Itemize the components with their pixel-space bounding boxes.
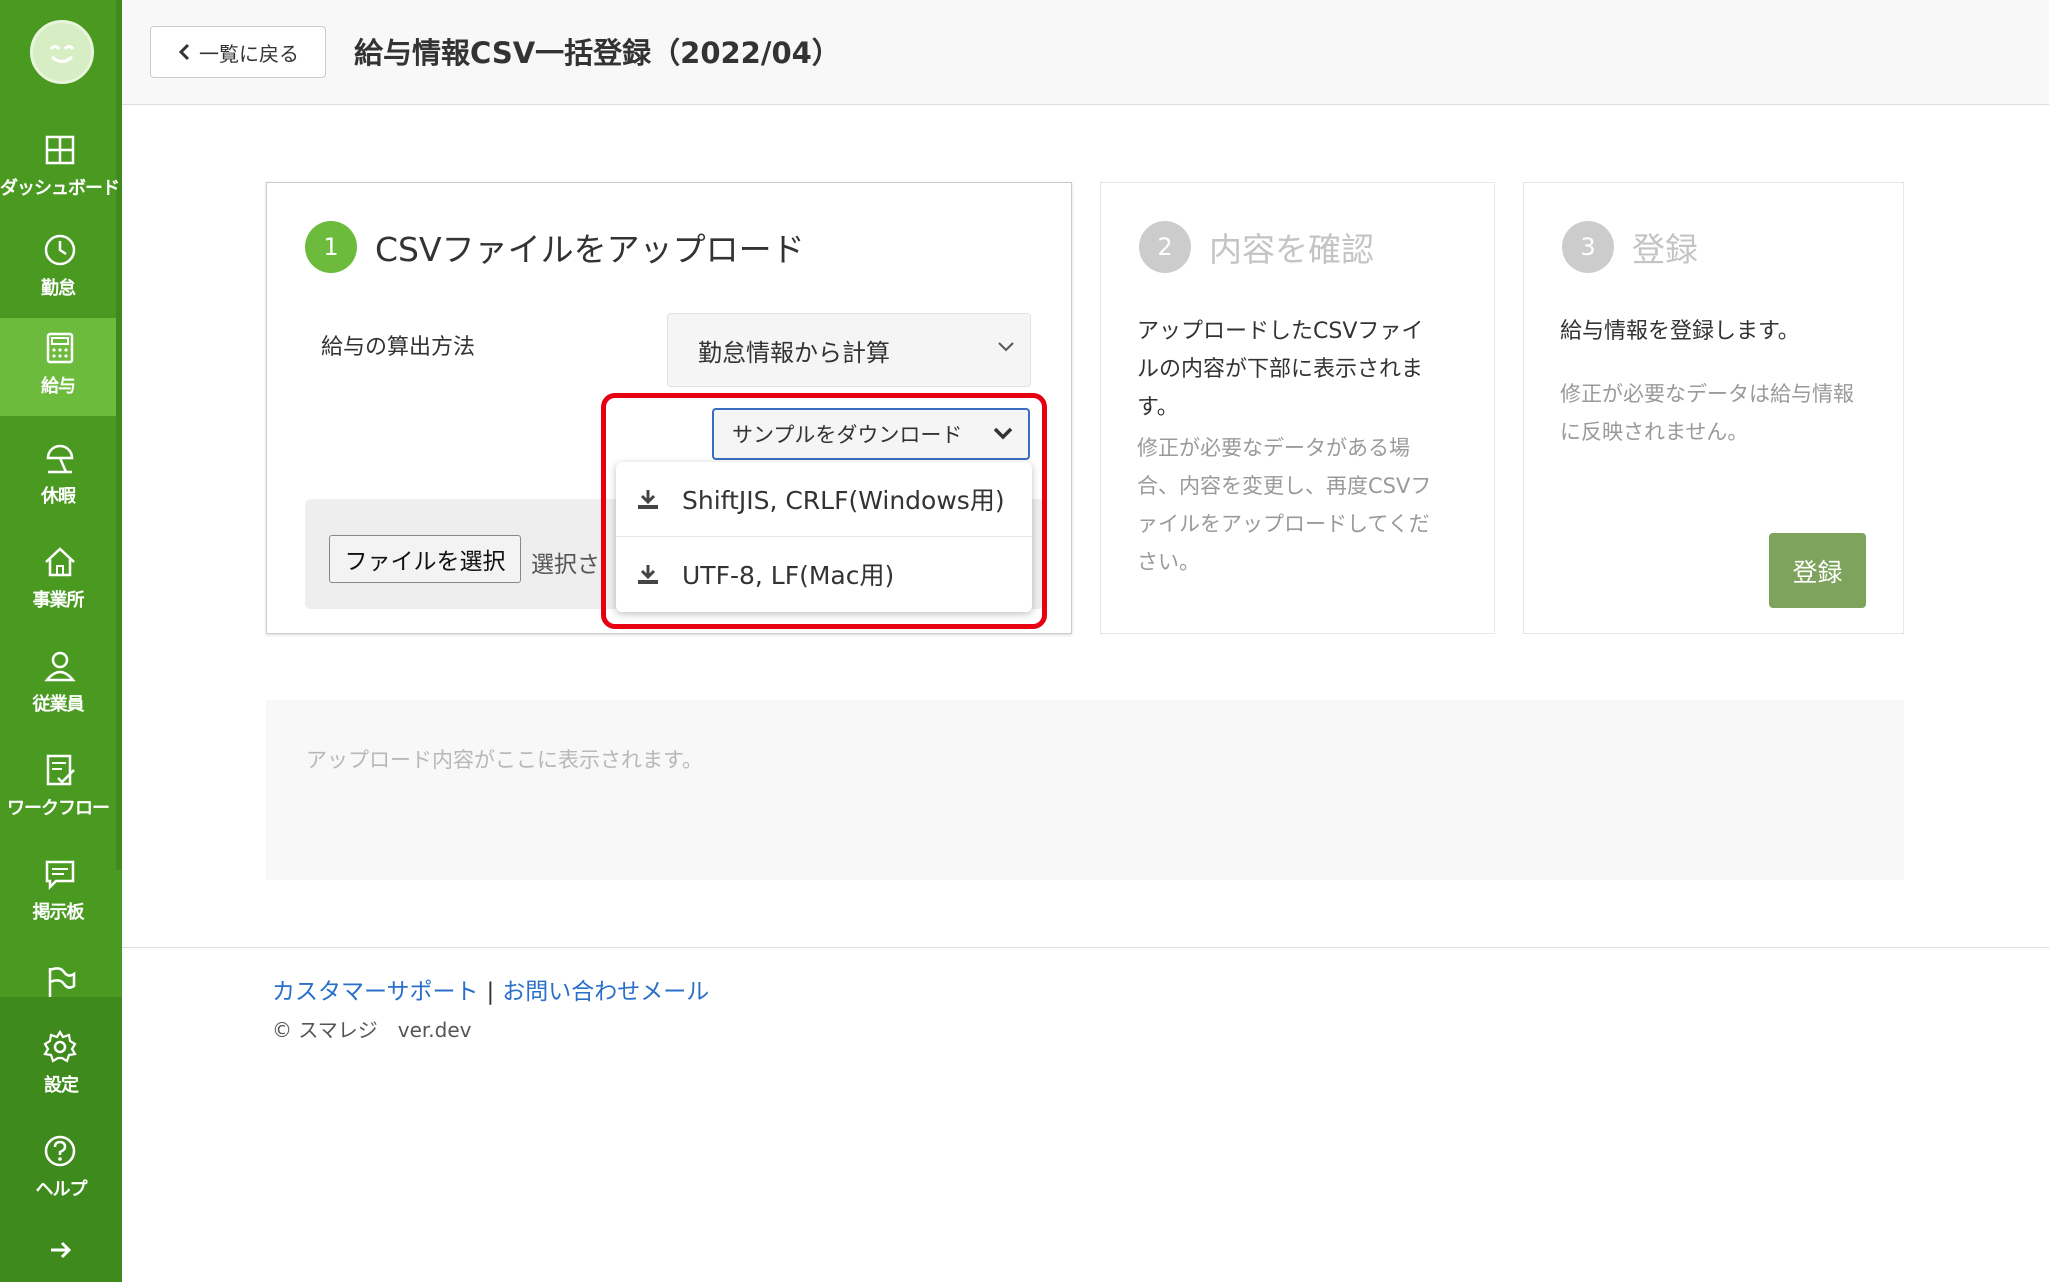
footer-divider: [122, 947, 2049, 948]
step2-number: 2: [1139, 221, 1191, 273]
checklist-icon: [46, 754, 75, 786]
note-line: ァイルをアップロードしてくだ: [1137, 512, 1430, 536]
desc-line: アップロードしたCSVファイ: [1137, 319, 1424, 344]
step2-note: 修正が必要なデータがある場 合、内容を変更し、再度CSVフ ァイルをアップロード…: [1137, 429, 1431, 581]
highlight-box: [601, 393, 1047, 629]
calc-method-value: 勤怠情報から計算: [698, 338, 890, 367]
sidebar-item-label: ワークフロー: [7, 798, 110, 819]
note-line: さい。: [1137, 550, 1200, 574]
dashboard-icon: [45, 135, 75, 165]
customer-support-link[interactable]: カスタマーサポート: [272, 979, 479, 1005]
calculator-icon: [46, 332, 74, 364]
desc-line: ルの内容が下部に表示されま: [1137, 357, 1424, 382]
step2-title: 内容を確認: [1209, 230, 1374, 269]
sidebar: ダッシュボード 勤怠 給与 休暇 事業所 従業員 ワークフロー 掲示板 設定 ヘ…: [0, 0, 122, 1282]
sidebar-item-board[interactable]: 掲示板: [0, 844, 116, 942]
upload-content-area: アップロード内容がここに表示されます。: [266, 700, 1904, 880]
footer-links: カスタマーサポート | お問い合わせメール: [272, 972, 709, 1006]
sidebar-item-employees[interactable]: 従業員: [0, 636, 116, 734]
register-button[interactable]: 登録: [1769, 533, 1866, 608]
sidebar-item-label: 勤怠: [41, 278, 76, 299]
step3-description: 給与情報を登録します。: [1560, 319, 1800, 344]
gear-icon: [43, 1029, 77, 1063]
note-line: 合、内容を変更し、再度CSVフ: [1137, 474, 1432, 498]
step2-card: 2 内容を確認 アップロードしたCSVファイ ルの内容が下部に表示されま す。 …: [1100, 182, 1495, 634]
contact-mail-link[interactable]: お問い合わせメール: [502, 979, 709, 1005]
sidebar-item-attendance[interactable]: 勤怠: [0, 220, 116, 318]
sidebar-item-dashboard[interactable]: ダッシュボード: [0, 120, 120, 218]
note-line: 修正が必要なデータがある場: [1137, 436, 1410, 460]
footer-separator: |: [486, 979, 495, 1005]
upload-placeholder: アップロード内容がここに表示されます。: [306, 748, 703, 772]
clock-icon: [44, 234, 76, 266]
logo-icon[interactable]: [30, 20, 94, 84]
sidebar-item-help[interactable]: ヘルプ: [0, 1121, 122, 1219]
sidebar-item-label: ヘルプ: [35, 1179, 88, 1200]
sidebar-item-vacation[interactable]: 休暇: [0, 428, 116, 526]
sidebar-item-office[interactable]: 事業所: [0, 532, 116, 630]
sidebar-item-label: 事業所: [32, 590, 85, 611]
step2-description: アップロードしたCSVファイ ルの内容が下部に表示されま す。: [1137, 313, 1423, 427]
step1-number: 1: [305, 221, 357, 273]
file-status-text: 選択さ: [531, 552, 600, 578]
header: 一覧に戻る 給与情報CSV一括登録（2022/04）: [122, 0, 2049, 105]
note-line: に反映されません。: [1560, 420, 1749, 444]
help-icon: [44, 1135, 76, 1167]
back-button[interactable]: 一覧に戻る: [150, 26, 326, 78]
sidebar-item-label: 設定: [44, 1075, 79, 1096]
copyright: © スマレジ ver.dev: [272, 1018, 472, 1042]
step3-number: 3: [1562, 221, 1614, 273]
beach-umbrella-icon: [46, 444, 74, 474]
sidebar-item-label: 掲示板: [32, 902, 85, 923]
sidebar-item-label: ダッシュボード: [0, 178, 120, 199]
sidebar-item-label: 従業員: [32, 694, 85, 715]
calc-method-select[interactable]: 勤怠情報から計算: [667, 313, 1031, 387]
chevron-left-icon: [178, 43, 190, 61]
note-line: 修正が必要なデータは給与情報: [1560, 382, 1854, 406]
sidebar-scrollbar[interactable]: [116, 0, 122, 870]
sidebar-item-label: 休暇: [41, 486, 76, 507]
sidebar-item-settings[interactable]: 設定: [0, 1017, 122, 1115]
step3-note: 修正が必要なデータは給与情報 に反映されません。: [1560, 375, 1854, 451]
flag-icon[interactable]: [42, 964, 78, 1000]
choose-file-button[interactable]: ファイルを選択: [329, 535, 521, 583]
person-icon: [44, 651, 76, 682]
step3-card: 3 登録 給与情報を登録します。 修正が必要なデータは給与情報 に反映されません…: [1523, 182, 1904, 634]
page-title: 給与情報CSV一括登録（2022/04）: [354, 36, 841, 70]
sidebar-item-label: 給与: [41, 376, 76, 397]
back-button-label: 一覧に戻る: [199, 41, 299, 66]
sidebar-item-workflow[interactable]: ワークフロー: [0, 740, 116, 838]
sidebar-bottom: 設定 ヘルプ: [0, 997, 122, 1282]
desc-line: す。: [1137, 395, 1179, 420]
chevron-down-icon: [998, 342, 1014, 352]
step1-title: CSVファイルをアップロード: [375, 230, 805, 269]
message-icon: [45, 860, 75, 891]
step3-title: 登録: [1632, 230, 1698, 269]
calc-method-label: 給与の算出方法: [321, 335, 476, 360]
sidebar-item-salary[interactable]: 給与: [0, 318, 116, 416]
expand-arrow-icon[interactable]: [48, 1237, 74, 1263]
home-icon: [45, 547, 75, 577]
